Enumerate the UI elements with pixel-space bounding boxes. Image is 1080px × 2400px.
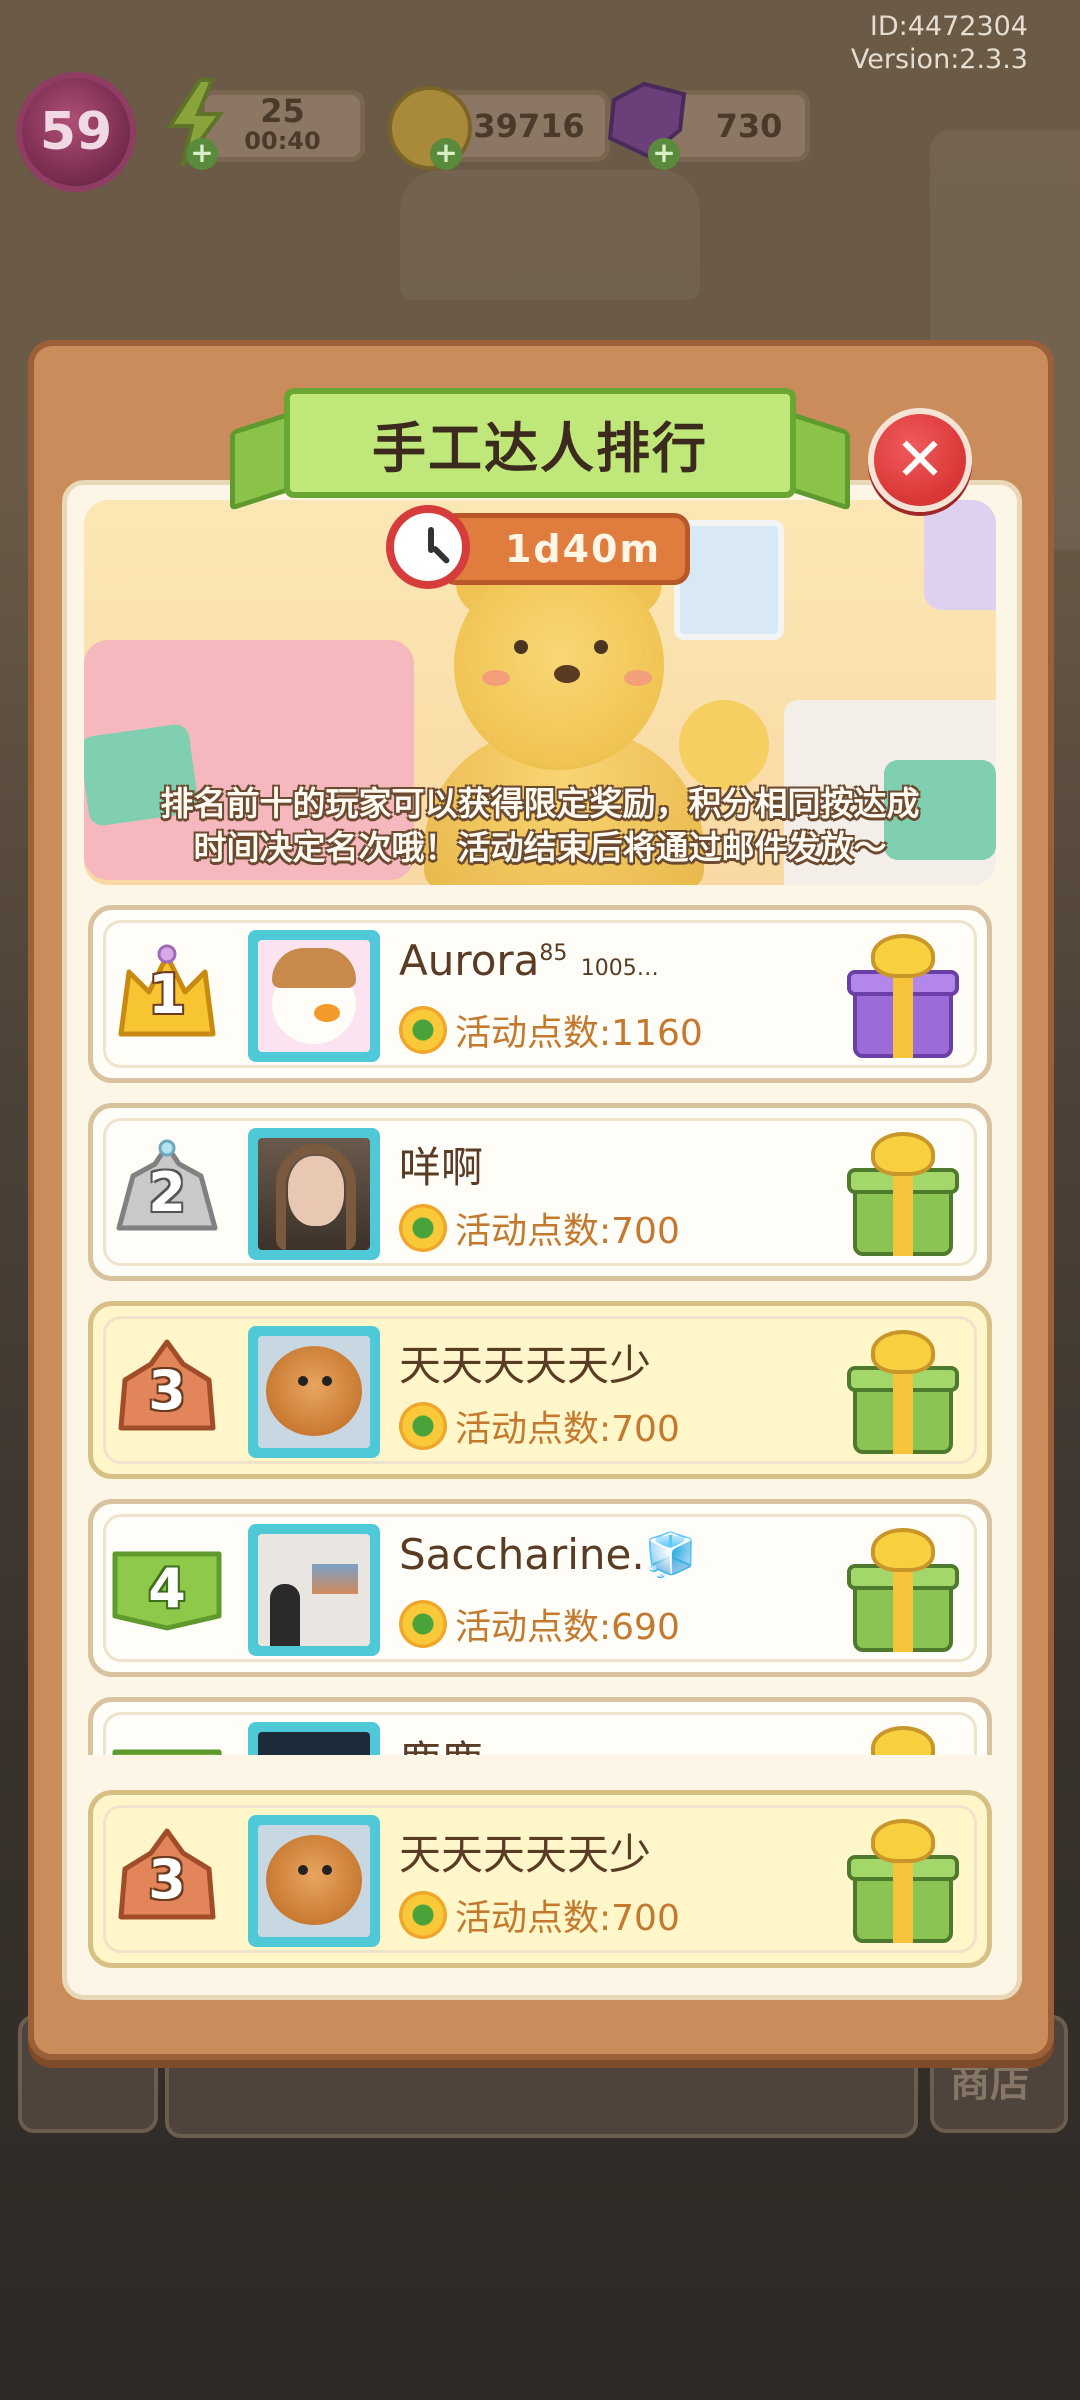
rank-4-badge: 4 [111,1532,223,1644]
flower-icon [399,1600,447,1648]
player-name: Aurora85 1005… [399,936,659,985]
avatar[interactable] [248,1128,380,1260]
energy-timer: 00:40 [244,127,321,155]
event-description: 排名前十的玩家可以获得限定奖励，积分相同按达成 时间决定名次哦！活动结束后将通过… [96,782,984,870]
version-label: Version:2.3.3 [850,44,1028,75]
leaderboard-list[interactable]: 1 Aurora85 1005… 活动点数:1160 2 咩啊 活动点数:700… [88,905,992,1755]
leaderboard-row[interactable]: 4 Saccharine.🧊 活动点数:690 [88,1499,992,1677]
reward-gift-icon[interactable] [843,1815,963,1945]
gem-value: 730 [715,107,783,145]
avatar-image [258,940,370,1052]
close-icon: ✕ [894,425,946,495]
avatar[interactable] [248,1815,380,1947]
player-name: 天天天天天少 [399,1341,652,1390]
avatar-image [258,1336,370,1448]
avatar[interactable] [248,1722,380,1755]
avatar[interactable] [248,1326,380,1458]
green-banner-icon [112,1749,222,1755]
player-id-version: ID:4472304 Version:2.3.3 [851,10,1028,76]
activity-points: 活动点数:1160 [399,1004,703,1056]
list-divider [88,1755,992,1795]
reward-gift-icon[interactable] [843,1722,963,1755]
player-name: 咩啊 [399,1143,484,1192]
energy-value: 25 [260,92,305,130]
avatar[interactable] [248,1524,380,1656]
background-shelf [400,170,700,300]
flower-icon [399,1006,447,1054]
bear-eye-left [514,640,528,654]
player-name: 鹿鹿 [399,1728,483,1755]
bear-blush-right [624,670,652,686]
bear-nose [554,665,580,683]
event-timer-text: 1d40m [504,527,662,571]
leaderboard-row[interactable]: 鹿鹿 [88,1697,992,1755]
player-name: 天天天天天少 [399,1830,652,1879]
avatar-image [258,1534,370,1646]
leaderboard-row[interactable]: 1 Aurora85 1005… 活动点数:1160 [88,905,992,1083]
description-line-2: 时间决定名次哦！活动结束后将通过邮件发放～ [193,828,887,867]
activity-points: 活动点数:700 [399,1202,680,1254]
reward-gift-icon[interactable] [843,1128,963,1258]
activity-points: 活动点数:700 [399,1889,680,1941]
rank-2-crown-badge: 2 [111,1136,223,1248]
banner-window [924,500,996,610]
banner-picture [674,520,784,640]
level-badge: 59 [16,72,136,192]
coin-value: 39716 [473,107,585,145]
bear-blush-left [482,670,510,686]
level-number: 59 [39,102,113,162]
flower-icon [399,1891,447,1939]
close-button[interactable]: ✕ [868,408,972,512]
avatar-image [258,1138,370,1250]
add-gems-icon[interactable]: + [648,138,680,170]
leaderboard-row[interactable]: 2 咩啊 活动点数:700 [88,1103,992,1281]
event-timer: 1d40m [440,513,690,585]
reward-gift-icon[interactable] [843,930,963,1060]
player-name: Saccharine.🧊 [399,1530,697,1579]
title-ribbon: 手工达人排行 [230,388,850,511]
add-energy-icon[interactable]: + [186,138,218,170]
leaderboard-row[interactable]: 3 天天天天天少 活动点数:700 [88,1790,992,1968]
flower-icon [399,1204,447,1252]
avatar[interactable] [248,930,380,1062]
activity-points: 活动点数:690 [399,1598,680,1650]
rank-3-crown-badge: 3 [111,1334,223,1446]
my-rank-badge: 3 [111,1823,223,1935]
avatar-image [258,1732,370,1755]
modal-title: 手工达人排行 [372,416,708,480]
my-rank-row[interactable]: 3 天天天天天少 活动点数:700 [88,1790,992,1968]
small-bear-illustration [679,700,769,790]
bear-eye-right [594,640,608,654]
bear-illustration [454,560,664,770]
leaderboard-row[interactable]: 3 天天天天天少 活动点数:700 [88,1301,992,1479]
avatar-image [258,1825,370,1937]
player-id: ID:4472304 [869,11,1028,42]
activity-points: 活动点数:700 [399,1400,680,1452]
flower-icon [399,1402,447,1450]
add-coins-icon[interactable]: + [430,138,462,170]
rank-5-badge [111,1730,223,1755]
reward-gift-icon[interactable] [843,1326,963,1456]
clock-icon [386,505,470,589]
reward-gift-icon[interactable] [843,1524,963,1654]
description-line-1: 排名前十的玩家可以获得限定奖励，积分相同按达成 [160,784,920,823]
rank-1-crown-badge: 1 [111,938,223,1050]
